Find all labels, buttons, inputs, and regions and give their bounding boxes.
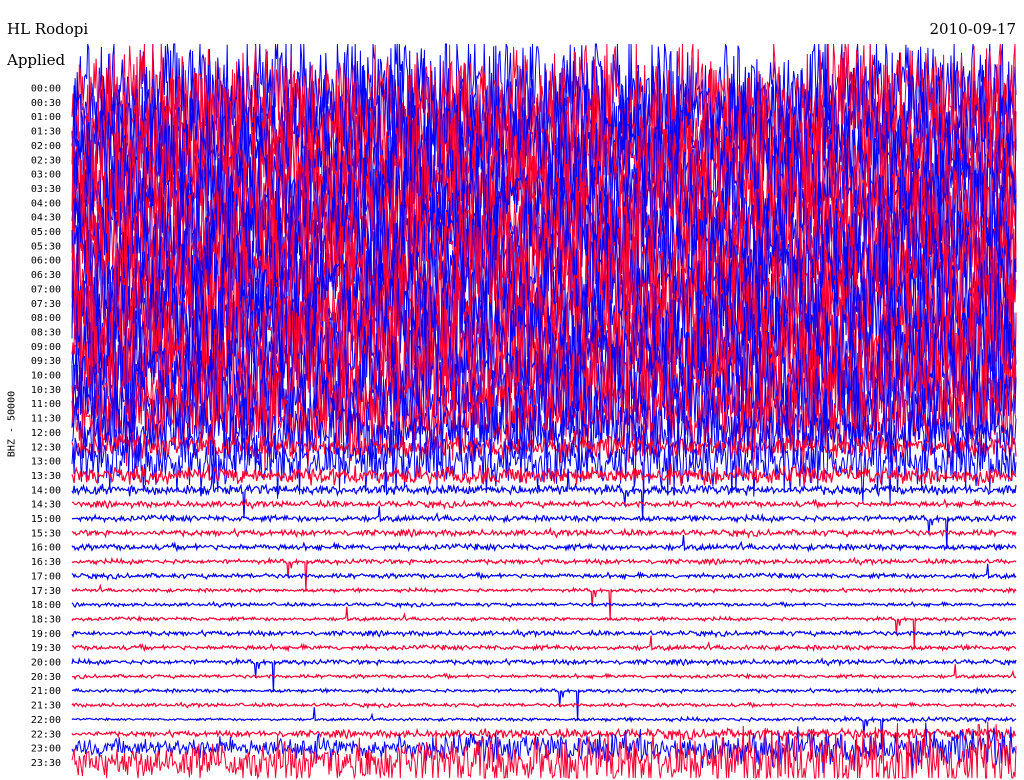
row-label: 17:00 <box>31 571 61 582</box>
row-label: 09:00 <box>31 342 61 353</box>
row-label: 12:30 <box>31 442 61 453</box>
row-label: 18:30 <box>31 614 61 625</box>
row-label: 05:30 <box>31 241 61 252</box>
row-label: 15:00 <box>31 514 61 525</box>
row-label: 01:00 <box>31 112 61 123</box>
row-label: 14:30 <box>31 500 61 511</box>
row-label: 21:30 <box>31 701 61 712</box>
trace-row-1500 <box>71 506 1017 549</box>
row-label: 04:30 <box>31 213 61 224</box>
row-label: 11:30 <box>31 414 61 425</box>
row-label: 10:30 <box>31 385 61 396</box>
row-label: 19:30 <box>31 643 61 654</box>
helicorder-plot: 00:00 00:30 01:00 01:30 02:00 02:30 03:00 03:30… <box>31 43 1017 780</box>
row-label: 19:00 <box>31 629 61 640</box>
row-label: 01:30 <box>31 127 61 138</box>
trace-row-2230 <box>71 725 1017 743</box>
row-label: 02:00 <box>31 141 61 152</box>
row-label: 15:30 <box>31 528 61 539</box>
row-label: 07:30 <box>31 299 61 310</box>
row-label: 18:00 <box>31 600 61 611</box>
trace-row-1700 <box>71 563 1017 581</box>
trace-row-1900 <box>71 628 1017 639</box>
row-label: 16:00 <box>31 543 61 554</box>
row-label: 00:30 <box>31 98 61 109</box>
station-title: HL Rodopi <box>7 20 89 38</box>
row-label: 10:00 <box>31 371 61 382</box>
date-label: 2010-09-17 <box>929 20 1016 38</box>
row-time-labels: 00:00 00:30 01:00 01:30 02:00 02:30 03:00 03:30… <box>31 84 61 769</box>
row-label: 23:30 <box>31 758 61 769</box>
row-label: 22:30 <box>31 729 61 740</box>
row-label: 11:00 <box>31 399 61 410</box>
channel-label: BHZ - 50000 <box>6 390 18 458</box>
row-label: 17:30 <box>31 586 61 597</box>
row-label: 08:00 <box>31 313 61 324</box>
row-label: 07:00 <box>31 284 61 295</box>
row-label: 06:00 <box>31 256 61 267</box>
row-label: 04:00 <box>31 198 61 209</box>
row-label: 20:00 <box>31 658 61 669</box>
trace-row-1530 <box>71 526 1017 539</box>
row-label: 08:30 <box>31 327 61 338</box>
row-label: 14:00 <box>31 485 61 496</box>
trace-row-2030 <box>71 664 1017 681</box>
trace-row-2130 <box>71 701 1017 710</box>
filter-status: Applied <box>7 51 66 69</box>
row-label: 16:30 <box>31 557 61 568</box>
trace-row-1830 <box>71 606 1017 649</box>
row-label: 09:30 <box>31 356 61 367</box>
trace-row-1800 <box>71 600 1016 609</box>
row-label: 03:00 <box>31 170 61 181</box>
trace-row-1430 <box>71 497 1017 511</box>
row-label: 06:30 <box>31 270 61 281</box>
row-label: 12:00 <box>31 428 61 439</box>
row-label: 20:30 <box>31 672 61 683</box>
row-label: 21:00 <box>31 686 61 697</box>
row-label: 05:00 <box>31 227 61 238</box>
row-label: 23:00 <box>31 744 61 755</box>
row-label: 13:00 <box>31 457 61 468</box>
trace-lines <box>71 43 1017 780</box>
trace-row-1600 <box>71 535 1017 553</box>
row-label: 13:30 <box>31 471 61 482</box>
row-label: 02:30 <box>31 155 61 166</box>
row-label: 22:00 <box>31 715 61 726</box>
row-label: 03:30 <box>31 184 61 195</box>
trace-row-1930 <box>71 635 1017 653</box>
row-label: 00:00 <box>31 84 61 95</box>
